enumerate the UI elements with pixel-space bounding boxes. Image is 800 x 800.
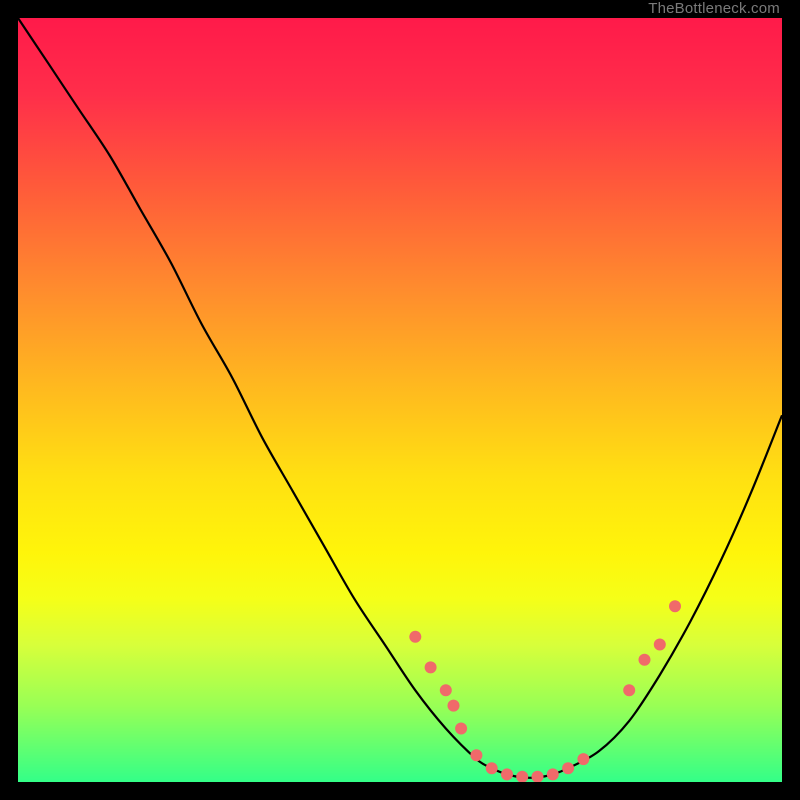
data-points <box>409 600 681 782</box>
data-point <box>409 631 421 643</box>
chart-container: TheBottleneck.com <box>0 0 800 800</box>
data-point <box>654 639 666 651</box>
data-point <box>562 762 574 774</box>
plot-area <box>18 18 782 782</box>
data-point <box>639 654 651 666</box>
data-point <box>501 768 513 780</box>
data-point <box>455 723 467 735</box>
data-point <box>623 684 635 696</box>
attribution: TheBottleneck.com <box>648 0 780 18</box>
curve-svg <box>18 18 782 782</box>
data-point <box>448 700 460 712</box>
data-point <box>440 684 452 696</box>
data-point <box>486 762 498 774</box>
bottleneck-curve <box>18 18 782 778</box>
data-point <box>516 771 528 782</box>
data-point <box>577 753 589 765</box>
data-point <box>470 749 482 761</box>
data-point <box>425 661 437 673</box>
data-point <box>669 600 681 612</box>
attribution-text: TheBottleneck.com <box>648 0 780 17</box>
data-point <box>547 768 559 780</box>
data-point <box>532 771 544 782</box>
